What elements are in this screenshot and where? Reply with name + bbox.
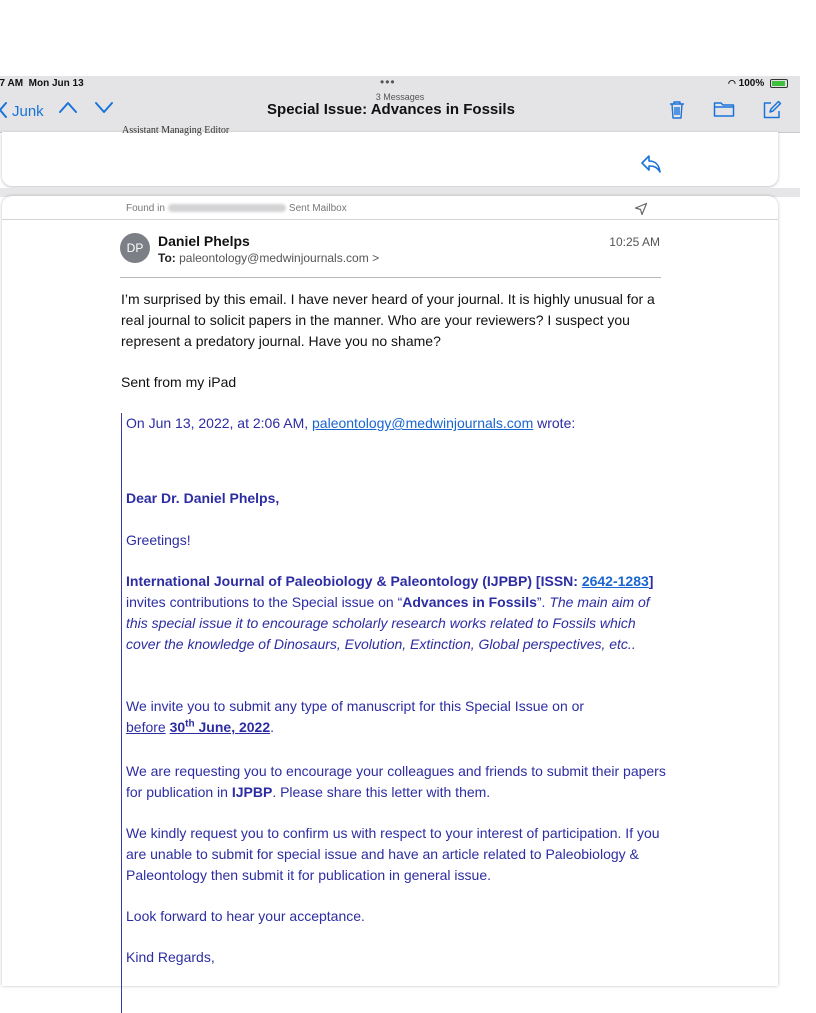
wifi-icon: ◠ [728, 78, 736, 88]
status-time: 47 AM [0, 78, 24, 89]
message-time: 10:25 AM [609, 235, 660, 249]
issn-bracket: ] [648, 573, 654, 589]
mail-toolbar: 47 AM Mon Jun 13 ••• ◠ 100% 3 Messages S… [0, 75, 800, 133]
move-to-folder-button[interactable] [713, 100, 735, 123]
quoted-header-suffix: wrote: [537, 415, 576, 431]
invite-text: invites contributions to the Special iss… [126, 594, 403, 610]
journal-abbr: IJPBP [231, 784, 273, 800]
header-divider [120, 277, 661, 278]
quoted-paragraph-4: We kindly request you to confirm us with… [126, 825, 660, 883]
trash-button[interactable] [668, 100, 686, 125]
quoted-paragraph-5: Look forward to hear your acceptance. [126, 908, 365, 924]
chevron-left-icon [0, 102, 7, 118]
quoted-paragraph-3: We are requesting you to encourage your … [126, 761, 666, 803]
folder-icon [713, 102, 735, 117]
previous-message-cut-text: Assistant Managing Editor [122, 125, 230, 136]
next-message-button[interactable] [94, 100, 114, 119]
back-button[interactable]: Junk [0, 102, 44, 120]
quoted-salutation: Dear Dr. Daniel Phelps, [126, 490, 280, 506]
chevron-down-icon [95, 102, 113, 113]
recipient-line[interactable]: To: paleontology@medwinjournals.com > [158, 251, 379, 265]
compose-icon [763, 100, 782, 119]
previous-message-button[interactable] [58, 100, 78, 119]
quoted-header-prefix: On Jun 13, 2022, at 2:06 AM, [126, 415, 309, 431]
deadline-day-suffix: th [185, 718, 195, 730]
reply-icon [641, 155, 661, 173]
message-signature: Sent from my iPad [121, 374, 237, 390]
special-issue-topic: Advances in Fossils [402, 594, 537, 610]
divider [2, 219, 778, 220]
to-label: To: [158, 251, 176, 265]
chevron-up-icon [59, 102, 77, 113]
journal-name: International Journal of Paleobiology & … [126, 573, 578, 589]
quote-bar [121, 413, 122, 1013]
compose-button[interactable] [762, 100, 782, 125]
deadline-day: 30 [169, 719, 186, 735]
deadline-intro: We invite you to submit any type of manu… [126, 698, 585, 714]
quoted-paragraph-2: We invite you to submit any type of manu… [126, 696, 666, 738]
battery-icon [770, 78, 788, 88]
thread-subject: Special Issue: Advances in Fossils [267, 101, 515, 118]
quoted-header: On Jun 13, 2022, at 2:06 AM, paleontolog… [126, 413, 666, 434]
quoted-paragraph-1: International Journal of Paleobiology & … [126, 571, 666, 655]
recipient-address: paleontology@medwinjournals.com [179, 251, 369, 265]
found-in-label: Found in Sent Mailbox [126, 203, 347, 214]
message-card: Found in Sent Mailbox DP Daniel Phelps To… [2, 196, 778, 1013]
back-label: Junk [12, 103, 44, 120]
issn-link[interactable]: 2642-1283 [582, 573, 649, 589]
quoted-sender-link[interactable]: paleontology@medwinjournals.com [312, 415, 533, 431]
reply-button[interactable] [640, 154, 662, 179]
status-date: Mon Jun 13 [28, 78, 84, 89]
previous-message-card[interactable]: Assistant Managing Editor [2, 125, 778, 186]
found-in-mailbox: Sent Mailbox [288, 203, 347, 214]
found-in-prefix: Found in [126, 203, 165, 214]
trash-icon [670, 101, 684, 119]
deadline-before: before [126, 719, 166, 735]
chevron-right-icon: > [372, 251, 380, 265]
sender-name[interactable]: Daniel Phelps [158, 233, 250, 249]
message-body: I’m surprised by this email. I have neve… [121, 291, 655, 349]
deadline-period: . [270, 719, 275, 735]
status-time-date: 47 AM Mon Jun 13 [0, 78, 84, 89]
request-end: . Please share this letter with them. [272, 784, 491, 800]
deadline-date: 30th June, 2022 [170, 719, 271, 735]
status-indicators: ◠ 100% [728, 78, 788, 89]
deadline-month-year: June, 2022 [194, 719, 271, 735]
redacted-address [167, 204, 286, 213]
quoted-closing: Kind Regards, [126, 949, 215, 965]
sender-avatar[interactable]: DP [120, 233, 150, 263]
battery-percent: 100% [738, 78, 765, 89]
sent-arrow-icon [634, 202, 648, 216]
quoted-greeting: Greetings! [126, 532, 191, 548]
multitasking-dots[interactable]: ••• [380, 75, 396, 89]
